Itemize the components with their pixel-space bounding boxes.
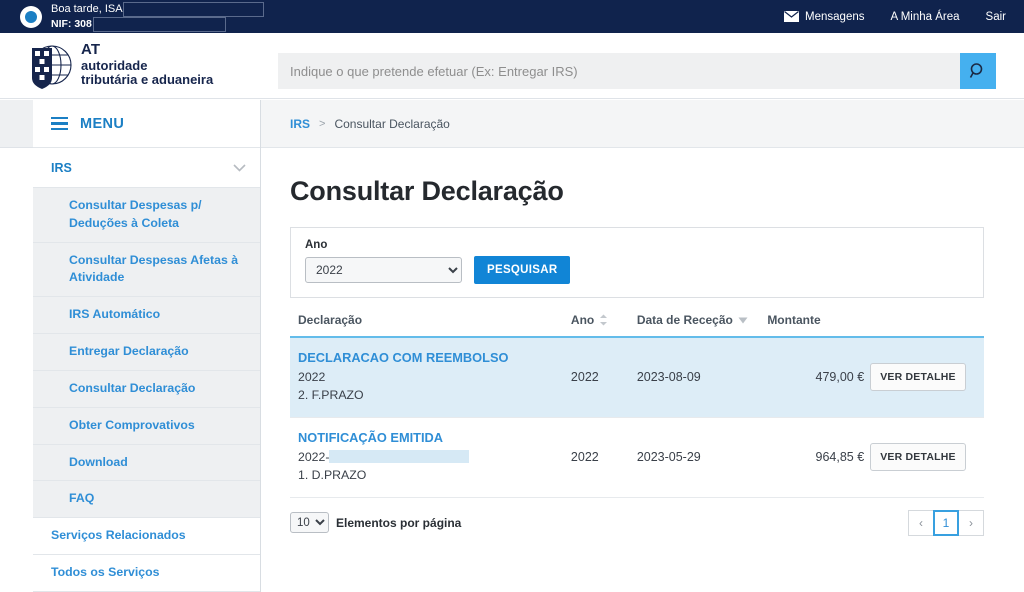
sidebar-item-consultar-despesas-atividade[interactable]: Consultar Despesas Afetas à Atividade xyxy=(33,242,260,298)
sidebar-item-obter-comprovativos[interactable]: Obter Comprovativos xyxy=(33,407,260,445)
sidebar: MENU IRS Consultar Despesas p/ Deduções … xyxy=(33,100,261,592)
breadcrumb: IRS > Consultar Declaração xyxy=(261,100,1024,148)
cell-montante: 964,85 € xyxy=(767,417,871,498)
pagination-next-button[interactable]: › xyxy=(958,509,984,536)
redacted-name-field xyxy=(122,1,264,17)
th-ano[interactable]: Ano xyxy=(570,309,637,338)
th-data-rececao[interactable]: Data de Receção xyxy=(636,309,768,338)
sidebar-item-irs-automatico[interactable]: IRS Automático xyxy=(33,297,260,335)
pagination: ‹ 1 › xyxy=(908,509,984,536)
declaracao-line2: 2022 xyxy=(298,370,326,384)
cell-acao: VER DETALHE xyxy=(870,417,984,498)
nif-label: NIF: 308 xyxy=(51,17,92,30)
cell-declaracao: DECLARACAO COM REEMBOLSO 2022 2. F.PRAZO xyxy=(290,337,571,418)
declaracao-line3: 2. F.PRAZO xyxy=(298,388,364,403)
chevron-down-icon xyxy=(233,163,246,172)
sort-descending-icon xyxy=(738,317,748,323)
sidebar-item-consultar-declaracao[interactable]: Consultar Declaração xyxy=(33,370,260,408)
th-montante: Montante xyxy=(767,309,871,338)
breadcrumb-current: Consultar Declaração xyxy=(334,116,450,131)
page-title: Consultar Declaração xyxy=(290,176,564,206)
global-search xyxy=(278,53,996,89)
th-declaracao-label: Declaração xyxy=(298,313,363,327)
logout-label: Sair xyxy=(985,10,1006,23)
th-data-label: Data de Receção xyxy=(636,313,733,327)
declaracao-line3: 1. D.PRAZO xyxy=(298,468,367,483)
my-area-link[interactable]: A Minha Área xyxy=(891,11,960,23)
table-footer: 10 Elementos por página ‹ 1 › xyxy=(290,509,984,536)
my-area-label: A Minha Área xyxy=(890,10,960,23)
table-header-row: Declaração Ano Data de Receção Montante xyxy=(290,309,984,338)
cell-acao: VER DETALHE xyxy=(870,337,984,418)
cell-declaracao: NOTIFICAÇÃO EMITIDA 2022- 1. D.PRAZO xyxy=(290,417,571,498)
sidebar-item-todos-os-servicos[interactable]: Todos os Serviços xyxy=(33,555,260,592)
user-greeting-block: Boa tarde, ISA NIF: 308 xyxy=(0,1,264,32)
table-row[interactable]: DECLARACAO COM REEMBOLSO 2022 2. F.PRAZO… xyxy=(290,337,984,418)
left-gutter-top xyxy=(0,100,33,148)
sidebar-item-download[interactable]: Download xyxy=(33,444,260,482)
pagination-page-1[interactable]: 1 xyxy=(933,509,959,536)
hamburger-icon xyxy=(51,116,68,131)
sidebar-section-irs[interactable]: IRS xyxy=(33,148,260,188)
left-gutter xyxy=(0,100,33,563)
top-utility-bar: Boa tarde, ISA NIF: 308 Mensagens A Minh… xyxy=(0,0,1024,33)
cell-ano: 2022 xyxy=(570,417,637,498)
sidebar-section-label: IRS xyxy=(51,160,72,175)
messages-label: Mensagens xyxy=(805,10,865,23)
th-ano-label: Ano xyxy=(570,313,595,327)
at-logo[interactable]: AT autoridade tributária e aduaneira xyxy=(28,40,213,90)
search-button[interactable] xyxy=(960,53,996,89)
sidebar-item-faq[interactable]: FAQ xyxy=(33,481,260,519)
pesquisar-button[interactable]: PESQUISAR xyxy=(474,256,571,284)
redacted-nif-field xyxy=(92,16,226,32)
brand-line-3: tributária e aduaneira xyxy=(81,72,214,88)
site-header: AT autoridade tributária e aduaneira xyxy=(0,33,1024,99)
th-montante-label: Montante xyxy=(767,313,821,327)
brand-line-2: autoridade xyxy=(81,57,148,73)
at-shield-icon xyxy=(32,45,72,89)
main-content: Consultar Declaração Ano 2022 PESQUISAR … xyxy=(261,148,1024,563)
th-declaracao: Declaração xyxy=(290,309,571,338)
declaracao-line2-text: 2022- xyxy=(298,449,330,464)
user-avatar-icon xyxy=(20,5,42,28)
envelope-icon xyxy=(784,11,800,22)
th-acao xyxy=(870,309,984,338)
menu-toggle[interactable]: MENU xyxy=(33,100,260,148)
logout-link[interactable]: Sair xyxy=(986,11,1006,23)
redacted-declaracao-number xyxy=(329,449,470,463)
breadcrumb-separator: > xyxy=(319,117,326,130)
sidebar-item-servicos-relacionados[interactable]: Serviços Relacionados xyxy=(33,518,260,556)
greeting-text: Boa tarde, ISA xyxy=(51,2,123,15)
ver-detalhe-button[interactable]: VER DETALHE xyxy=(870,443,966,472)
search-input[interactable] xyxy=(278,53,960,89)
cell-data: 2023-05-29 xyxy=(636,417,768,498)
sidebar-item-consultar-despesas-deducoes[interactable]: Consultar Despesas p/ Deduções à Coleta xyxy=(33,188,260,243)
declaracao-line2: 2022- xyxy=(298,448,571,466)
sidebar-item-entregar-declaracao[interactable]: Entregar Declaração xyxy=(33,334,260,371)
cell-montante: 479,00 € xyxy=(767,337,871,418)
pagination-prev-button[interactable]: ‹ xyxy=(908,509,934,536)
declarations-table: Declaração Ano Data de Receção Montante … xyxy=(290,309,984,498)
filter-panel: Ano 2022 PESQUISAR xyxy=(290,227,984,298)
declaracao-title[interactable]: DECLARACAO COM REEMBOLSO xyxy=(298,350,571,365)
per-page-label: Elementos por página xyxy=(336,515,462,530)
table-row[interactable]: NOTIFICAÇÃO EMITIDA 2022- 1. D.PRAZO 202… xyxy=(290,417,984,498)
year-label: Ano xyxy=(305,239,328,251)
top-nav-links: Mensagens A Minha Área Sair xyxy=(784,11,1024,23)
search-icon xyxy=(969,63,983,78)
sort-updown-icon xyxy=(600,314,608,326)
cell-ano: 2022 xyxy=(570,337,637,418)
year-select[interactable]: 2022 xyxy=(305,257,462,283)
menu-label: MENU xyxy=(80,115,125,132)
per-page-select[interactable]: 10 xyxy=(290,512,329,534)
brand-line-1: AT xyxy=(81,41,101,59)
cell-data: 2023-08-09 xyxy=(636,337,768,418)
messages-link[interactable]: Mensagens xyxy=(784,10,865,23)
ver-detalhe-button[interactable]: VER DETALHE xyxy=(870,363,966,392)
breadcrumb-root[interactable]: IRS xyxy=(290,117,310,131)
declaracao-title[interactable]: NOTIFICAÇÃO EMITIDA xyxy=(298,430,571,445)
